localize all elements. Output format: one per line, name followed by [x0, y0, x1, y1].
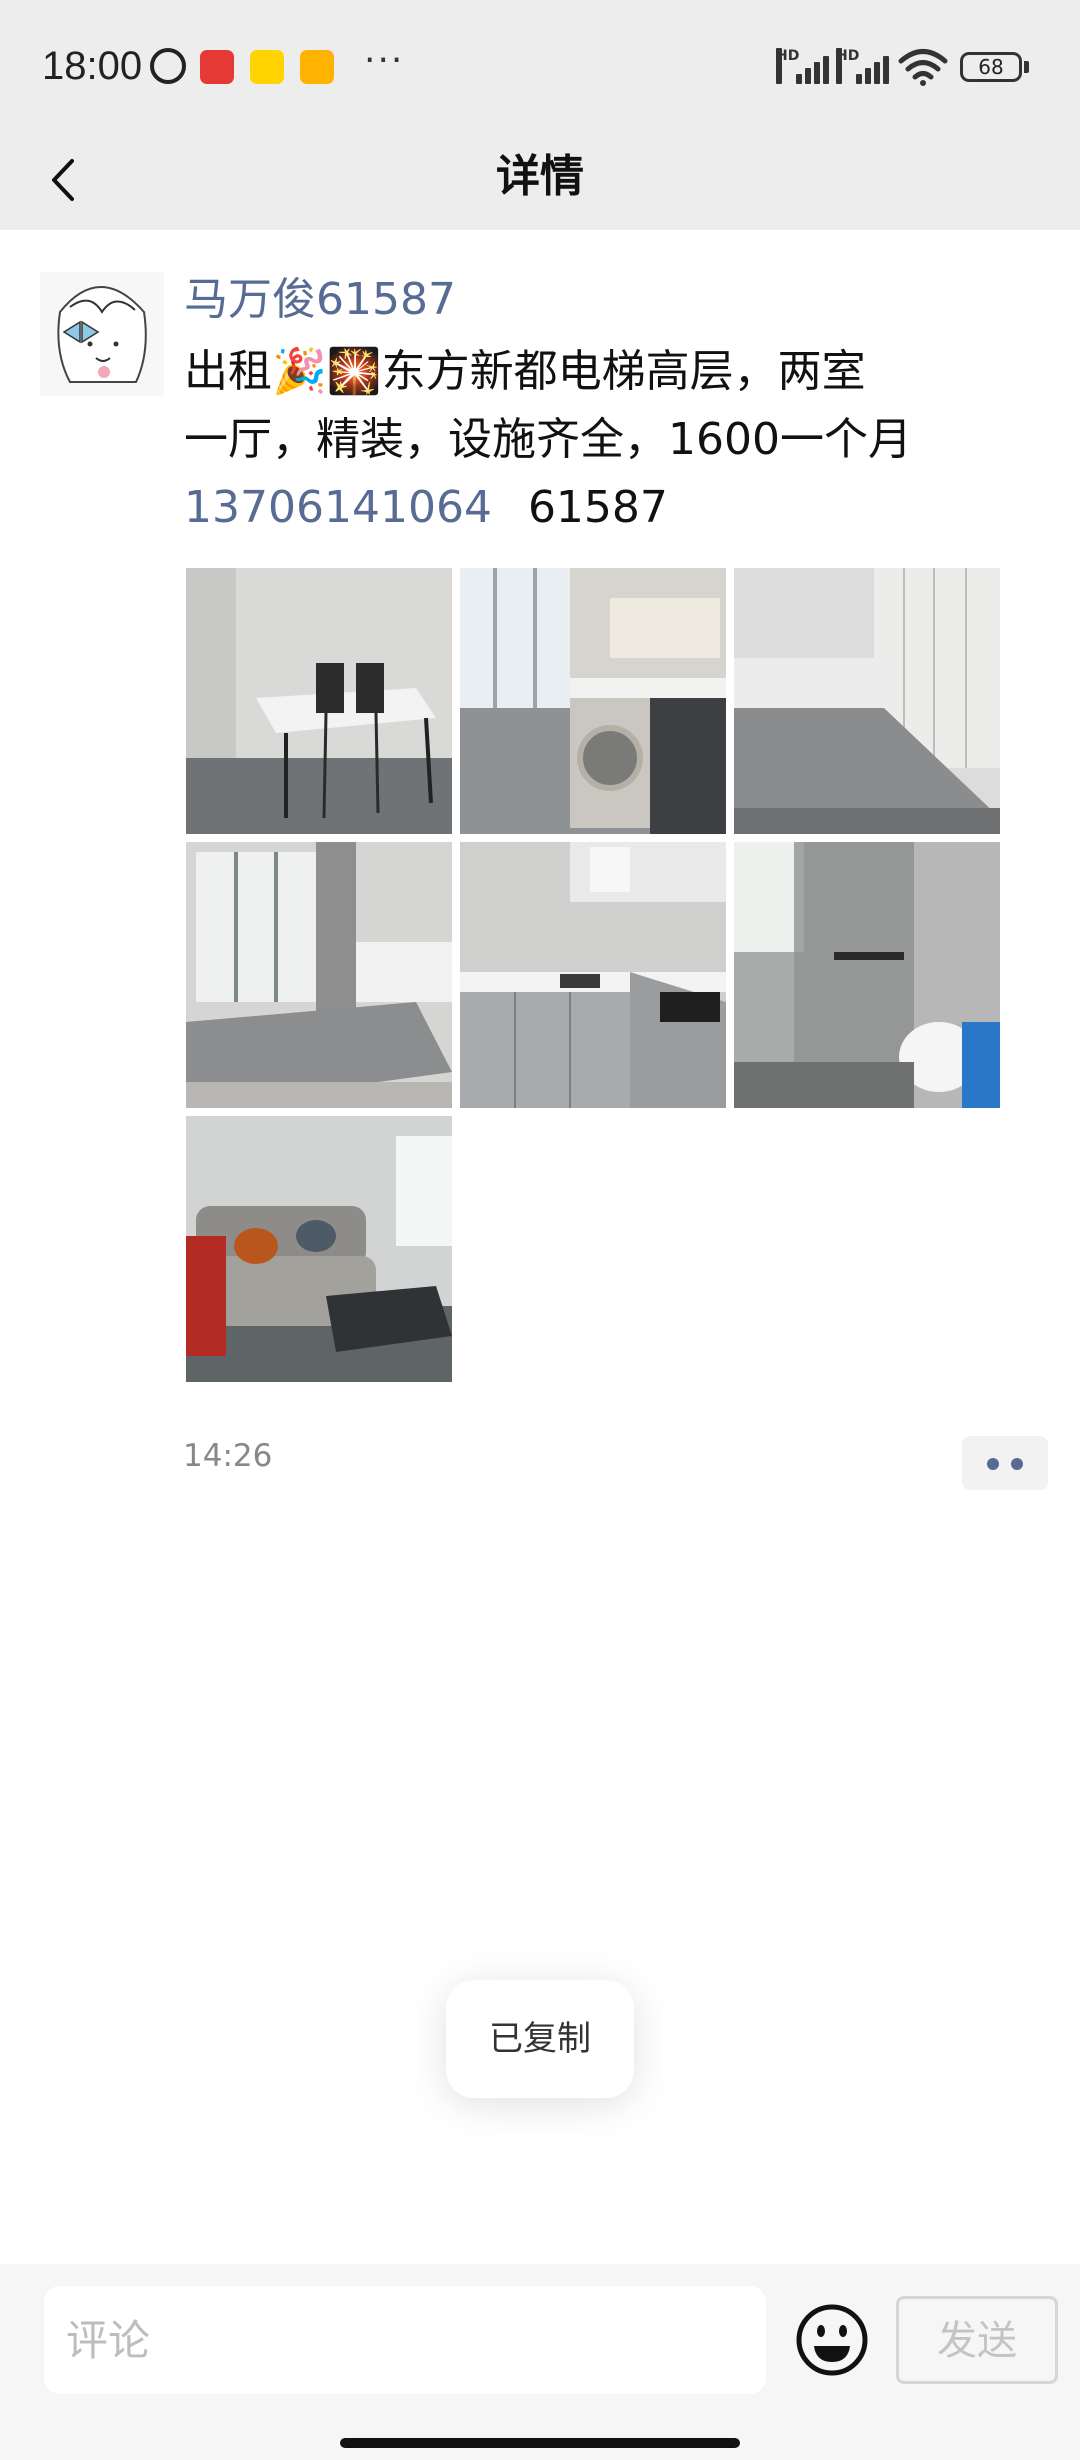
- photo-thumbnail[interactable]: [186, 842, 452, 1108]
- page-title: 详情: [496, 151, 584, 202]
- photo-thumbnail[interactable]: [460, 568, 726, 834]
- post-timestamp: 14:26: [183, 1438, 273, 1474]
- copied-toast: 已复制: [446, 1980, 634, 2098]
- dot-icon: [1011, 1458, 1023, 1470]
- signal-icon-2: HD: [836, 48, 896, 84]
- dot-icon: [987, 1458, 999, 1470]
- avatar-illustration: [40, 272, 164, 396]
- page-header: 详情: [0, 135, 1080, 230]
- author-name[interactable]: 马万俊61587: [184, 268, 456, 332]
- alarm-icon: [150, 48, 186, 84]
- meituan-app-icon: [250, 50, 284, 84]
- author-avatar[interactable]: [40, 272, 164, 396]
- post-content: 出租🎉🎇东方新都电梯高层，两室 一厅，精装，设施齐全，1600一个月 13706…: [184, 338, 1004, 542]
- photo-thumbnail[interactable]: [186, 568, 452, 834]
- emoji-icon: [796, 2304, 868, 2376]
- battery-indicator: 68: [960, 52, 1022, 82]
- send-button[interactable]: 发送: [896, 2296, 1058, 2384]
- post-code: 61587: [527, 482, 668, 533]
- more-notifications-icon: ···: [364, 40, 405, 81]
- search-app-icon: [200, 50, 234, 84]
- back-button[interactable]: [30, 145, 100, 215]
- chevron-left-icon: [52, 159, 74, 201]
- comment-bar: 发送: [0, 2264, 1080, 2460]
- photo-thumbnail[interactable]: [734, 568, 1000, 834]
- comment-input[interactable]: [44, 2286, 766, 2394]
- photo-thumbnail[interactable]: [460, 842, 726, 1108]
- wifi-icon: [898, 49, 948, 86]
- post-line: 出租🎉🎇东方新都电梯高层，两室: [184, 346, 866, 397]
- photo-thumbnail[interactable]: [734, 842, 1000, 1108]
- battery-tip: [1024, 61, 1029, 73]
- photo-thumbnail[interactable]: [186, 1116, 452, 1382]
- signal-icon: HD: [776, 48, 836, 84]
- top-bar: 18:00 ··· HD HD 68 详情: [0, 0, 1080, 230]
- message-app-icon: [300, 50, 334, 84]
- emoji-button[interactable]: [794, 2302, 870, 2378]
- status-bar: 18:00 ··· HD HD 68: [0, 0, 1080, 135]
- post-line: 一厅，精装，设施齐全，1600一个月: [184, 414, 912, 465]
- status-time: 18:00: [42, 44, 143, 88]
- more-actions-button[interactable]: [962, 1436, 1048, 1490]
- post-line: 13706141064 61587: [184, 474, 1004, 542]
- home-indicator: [340, 2438, 740, 2448]
- phone-link[interactable]: 13706141064: [184, 482, 492, 533]
